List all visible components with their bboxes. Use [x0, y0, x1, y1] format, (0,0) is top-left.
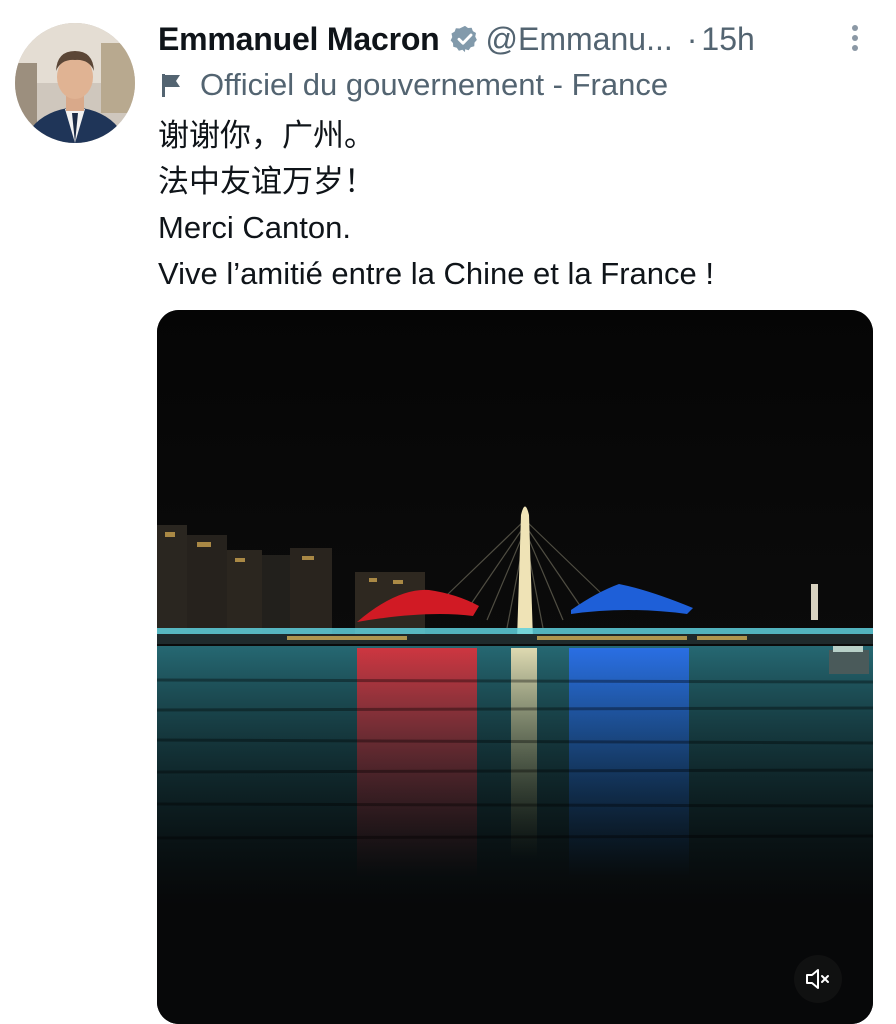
tweet-text-line-3: Merci Canton.	[158, 210, 351, 245]
night-bridge-image	[157, 310, 873, 1024]
author-handle[interactable]: @Emmanu...	[486, 21, 673, 58]
avatar-image	[15, 23, 135, 143]
timestamp[interactable]: 15h	[701, 21, 754, 58]
affiliation-label[interactable]: Officiel du gouvernement - France	[160, 64, 668, 106]
time-separator: ·	[686, 20, 698, 57]
tweet-header: Emmanuel Macron @Emmanu... · 15h	[158, 16, 858, 62]
flag-icon	[160, 72, 184, 98]
tweet-media-video[interactable]	[157, 310, 873, 1024]
author-name[interactable]: Emmanuel Macron	[158, 21, 440, 58]
tweet-text-line-2: 法中友谊万岁！	[158, 164, 375, 199]
tweet[interactable]: Emmanuel Macron @Emmanu... · 15h Officie…	[0, 0, 896, 1024]
tweet-text-line-4: Vive l’amitié entre la Chine et la Franc…	[158, 256, 714, 291]
more-vertical-icon[interactable]	[846, 20, 864, 56]
tweet-text-line-1: 谢谢你，广州。	[158, 118, 375, 153]
avatar[interactable]	[15, 23, 135, 143]
affiliation-text: Officiel du gouvernement - France	[200, 67, 669, 102]
verified-badge-icon	[450, 24, 480, 54]
volume-muted-icon[interactable]	[794, 955, 842, 1003]
